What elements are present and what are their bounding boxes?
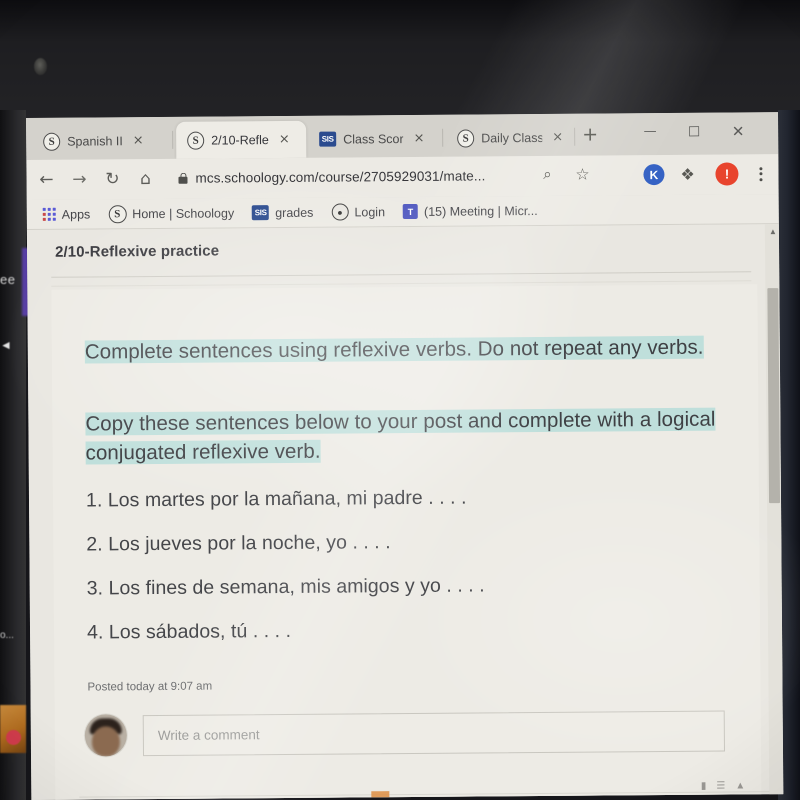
page-viewport: 2/10-Reflexive practice Complete sentenc… [26, 224, 784, 800]
chrome-menu-icon[interactable] [752, 162, 768, 185]
assignment-paragraph-1: Complete sentences using reflexive verbs… [84, 332, 745, 366]
laptop-bezel-left [0, 110, 26, 800]
divider [79, 791, 784, 798]
address-bar[interactable]: mcs.schoology.com/course/2705929031/mate… [166, 159, 597, 193]
bookmark-label: Login [354, 204, 386, 219]
sis-icon-label: SIS [319, 131, 337, 147]
bookmark-star-icon[interactable]: ☆ [571, 165, 593, 184]
bookmark-teams-meeting[interactable]: T (15) Meeting | Micr... [394, 198, 547, 223]
sis-icon: SIS [319, 131, 337, 148]
bookmark-grades[interactable]: SIS grades [243, 200, 322, 225]
bookmark-label: (15) Meeting | Micr... [423, 203, 538, 219]
new-tab-button[interactable]: + [582, 124, 598, 146]
scrollbar-up-arrow-icon[interactable]: ▲ [769, 227, 777, 236]
desktop-thumbnail-fragment [0, 705, 26, 753]
assignment-paragraph-2-text: Copy these sentences below to your post … [85, 407, 716, 465]
tab-divider [442, 128, 444, 147]
list-item: 3. Los fines de semana, mis amigos y yo … [86, 574, 485, 600]
url-text: mcs.schoology.com/course/2705929031/mate… [195, 167, 486, 186]
comment-placeholder: Write a comment [157, 726, 260, 743]
bottom-orange-fragment [371, 791, 390, 799]
bottom-icon-2[interactable]: ☰ [716, 781, 725, 792]
extensions-puzzle-icon[interactable]: ❖ [680, 165, 695, 185]
laptop-screen-photo: ee ◄ o... S Spanish II × S 2/10-Refle × … [0, 0, 800, 800]
schoology-icon: S [457, 128, 475, 148]
tab-label: Daily Class [481, 130, 543, 145]
list-item: 2. Los jueves por la noche, yo . . . . [86, 531, 391, 556]
laptop-bezel-top [0, 0, 800, 122]
tab-close-icon[interactable]: × [276, 131, 293, 148]
window-maximize-button[interactable]: □ [682, 122, 706, 142]
bookmark-label: Apps [61, 206, 91, 222]
tab-close-icon[interactable]: × [130, 132, 147, 149]
assignment-card: Complete sentences using reflexive verbs… [51, 284, 784, 800]
sis-icon: SIS [252, 205, 270, 221]
tab-label: Spanish II [67, 133, 123, 149]
desktop-icon-fragment: ◄ [0, 338, 12, 352]
tab-class-scores[interactable]: SIS Class Scor × [308, 120, 440, 158]
tab-strip: S Spanish II × S 2/10-Refle × SIS Class … [26, 112, 779, 160]
assignment-paragraph-2: Copy these sentences below to your post … [85, 404, 745, 467]
schoology-icon: S [43, 132, 61, 151]
tab-spanish-ii[interactable]: S Spanish II × [32, 122, 168, 160]
assignment-paragraph-1-text: Complete sentences using reflexive verbs… [84, 335, 704, 364]
tab-reflexive-practice[interactable]: S 2/10-Refle × [176, 120, 307, 159]
window-minimize-button[interactable]: — [638, 122, 662, 142]
desktop-text-fragment-1: ee [0, 272, 16, 287]
tab-daily-class[interactable]: S Daily Class × [446, 119, 572, 157]
tab-divider [574, 127, 576, 146]
schoology-icon: S [108, 204, 127, 223]
window-close-button[interactable]: ✕ [726, 121, 750, 141]
avatar [84, 714, 128, 757]
list-item: 1. Los martes por la mañana, mi padre . … [85, 486, 467, 512]
search-icon[interactable]: ⌕ [536, 165, 558, 183]
tab-label: 2/10-Refle [211, 132, 269, 148]
schoology-icon: S [187, 131, 205, 150]
bookmark-login[interactable]: ● Login [322, 200, 394, 225]
webcam-icon [34, 58, 47, 75]
lock-icon [178, 172, 188, 184]
browser-toolbar: ← → ↻ ⌂ mcs.schoology.com/course/2705929… [26, 154, 779, 200]
bottom-icon-3[interactable]: ▲ [735, 780, 745, 791]
desktop-text-fragment-2: o... [0, 630, 14, 641]
comment-composer: Write a comment [84, 710, 725, 757]
login-icon: ● [331, 203, 349, 221]
bookmark-label: grades [275, 205, 314, 220]
bookmark-apps[interactable]: Apps [34, 202, 100, 227]
list-item: 4. Los sábados, tú . . . . [86, 619, 292, 644]
reload-button[interactable]: ↻ [100, 167, 124, 191]
tab-close-icon[interactable]: × [411, 130, 428, 147]
kami-extension-icon[interactable]: K [643, 163, 665, 186]
teams-icon: T [402, 203, 419, 220]
posted-timestamp: Posted today at 9:07 am [87, 680, 213, 694]
profile-avatar-icon[interactable]: ! [715, 162, 739, 186]
page-title: 2/10-Reflexive practice [54, 242, 220, 261]
bottom-icon-1[interactable]: ▮ [701, 781, 707, 792]
comment-input[interactable]: Write a comment [142, 710, 725, 756]
forward-button[interactable]: → [67, 167, 91, 191]
scrollbar-thumb[interactable] [767, 288, 781, 504]
chrome-browser-window: S Spanish II × S 2/10-Refle × SIS Class … [26, 112, 784, 800]
back-button[interactable]: ← [34, 168, 58, 192]
bookmark-label: Home | Schoology [132, 205, 235, 221]
home-button[interactable]: ⌂ [133, 167, 157, 191]
tab-label: Class Scor [343, 131, 404, 147]
tab-divider [172, 130, 174, 149]
apps-grid-icon [42, 207, 56, 221]
desktop-notification-badge [6, 730, 21, 745]
bookmark-home-schoology[interactable]: S Home | Schoology [99, 201, 243, 226]
divider [51, 271, 752, 278]
bottom-toolbar-icons[interactable]: ▮ ☰ ▲ [701, 780, 745, 791]
tab-close-icon[interactable]: × [549, 129, 566, 146]
